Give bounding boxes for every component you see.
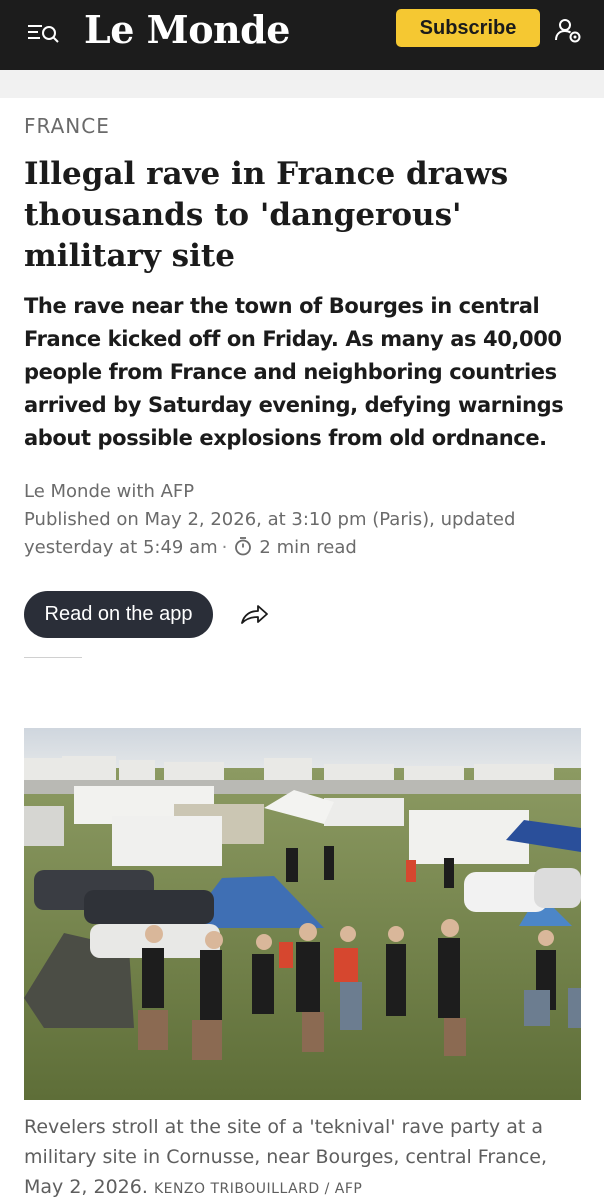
account-settings-icon[interactable] [552, 14, 584, 46]
article-deck: The rave near the town of Bourges in cen… [24, 294, 564, 450]
menu-search-icon[interactable] [26, 18, 62, 48]
read-time: 2 min read [259, 537, 357, 558]
author-label: Le Monde with AFP [24, 481, 195, 502]
photo-credit: KENZO TRIBOUILLARD / AFP [153, 1181, 363, 1197]
read-on-app-button[interactable]: Read on the app [24, 591, 213, 638]
article-headline: Illegal rave in France draws thousands t… [24, 156, 509, 274]
top-navigation-bar: Le Monde Subscribe [0, 0, 604, 70]
section-label[interactable]: FRANCE [24, 114, 110, 138]
stopwatch-icon [233, 536, 253, 556]
photo-caption: Revelers stroll at the site of a 'tekniv… [24, 1112, 590, 1200]
subscribe-button[interactable]: Subscribe [396, 9, 540, 47]
header-spacer [0, 70, 604, 98]
separator-dot: · [221, 537, 228, 558]
share-icon[interactable] [236, 600, 272, 630]
article-byline: Le Monde with AFP Published on May 2, 20… [24, 478, 584, 562]
le-monde-logo[interactable]: Le Monde [84, 6, 290, 54]
divider-line [24, 657, 82, 658]
article-photo[interactable] [24, 728, 581, 1100]
publish-info: Published on May 2, 2026, at 3:10 pm (Pa… [24, 506, 584, 562]
